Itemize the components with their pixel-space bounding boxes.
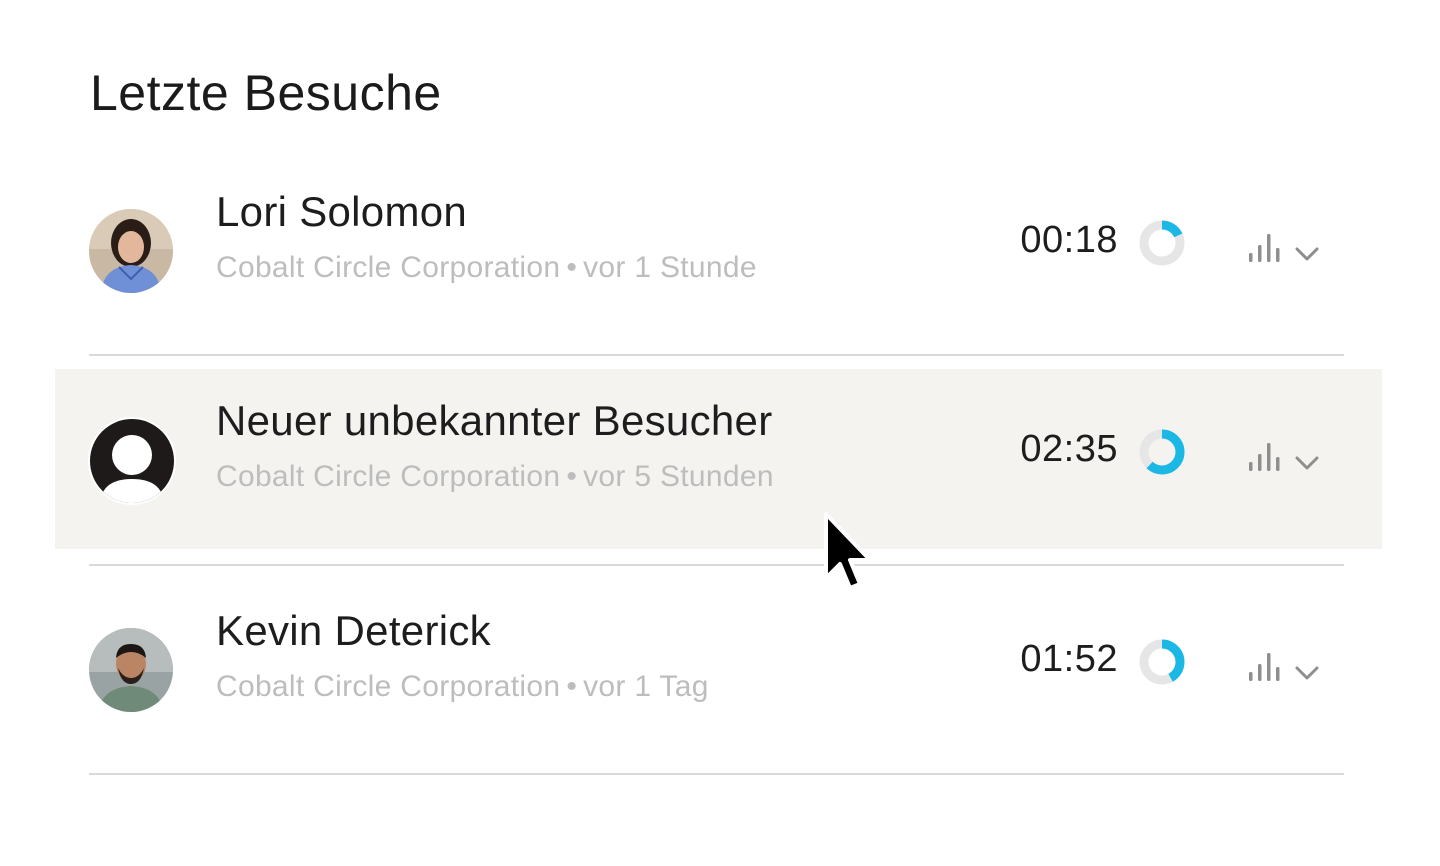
company-name: Cobalt Circle Corporation	[216, 251, 561, 284]
visit-row[interactable]: Lori Solomon Cobalt Circle Corporation • v…	[55, 160, 1382, 340]
visitor-meta: Cobalt Circle Corporation • vor 1 Stunde	[216, 251, 757, 285]
visitor-name[interactable]: Kevin Deterick	[216, 607, 491, 655]
time-ago: vor 1 Tag	[583, 670, 709, 703]
visit-row[interactable]: Kevin Deterick Cobalt Circle Corporation…	[55, 579, 1382, 759]
mouse-cursor-icon	[824, 512, 872, 590]
avatar	[89, 209, 173, 293]
separator: •	[566, 670, 578, 703]
separator: •	[566, 460, 578, 493]
separator: •	[566, 251, 578, 284]
stats-toggle-button[interactable]	[1245, 646, 1325, 686]
company-name: Cobalt Circle Corporation	[216, 460, 561, 493]
stats-toggle-button[interactable]	[1245, 436, 1325, 476]
visitor-name[interactable]: Lori Solomon	[216, 188, 467, 236]
divider	[89, 354, 1344, 356]
bar-chart-icon	[1249, 653, 1280, 681]
divider	[89, 564, 1344, 566]
unknown-person-icon	[88, 417, 176, 505]
visit-duration: 02:35	[1020, 428, 1118, 470]
duration-progress-ring	[1139, 220, 1185, 266]
time-ago: vor 5 Stunden	[583, 460, 774, 493]
chevron-down-icon	[1295, 456, 1319, 470]
visit-duration: 00:18	[1020, 219, 1118, 261]
visitor-name[interactable]: Neuer unbekannter Besucher	[216, 397, 773, 445]
visit-duration: 01:52	[1020, 638, 1118, 680]
page-title: Letzte Besuche	[90, 65, 442, 121]
stats-toggle-button[interactable]	[1245, 227, 1325, 267]
duration-progress-ring	[1139, 639, 1185, 685]
bar-chart-icon	[1249, 234, 1280, 262]
visit-row[interactable]: Neuer unbekannter Besucher Cobalt Circle…	[55, 369, 1382, 549]
bar-chart-icon	[1249, 443, 1280, 471]
divider	[89, 773, 1344, 775]
company-name: Cobalt Circle Corporation	[216, 670, 561, 703]
duration-progress-ring	[1139, 429, 1185, 475]
avatar	[89, 628, 173, 712]
chevron-down-icon	[1295, 666, 1319, 680]
visitor-meta: Cobalt Circle Corporation • vor 5 Stunden	[216, 460, 774, 494]
visitor-meta: Cobalt Circle Corporation • vor 1 Tag	[216, 670, 709, 704]
chevron-down-icon	[1295, 247, 1319, 261]
time-ago: vor 1 Stunde	[583, 251, 757, 284]
